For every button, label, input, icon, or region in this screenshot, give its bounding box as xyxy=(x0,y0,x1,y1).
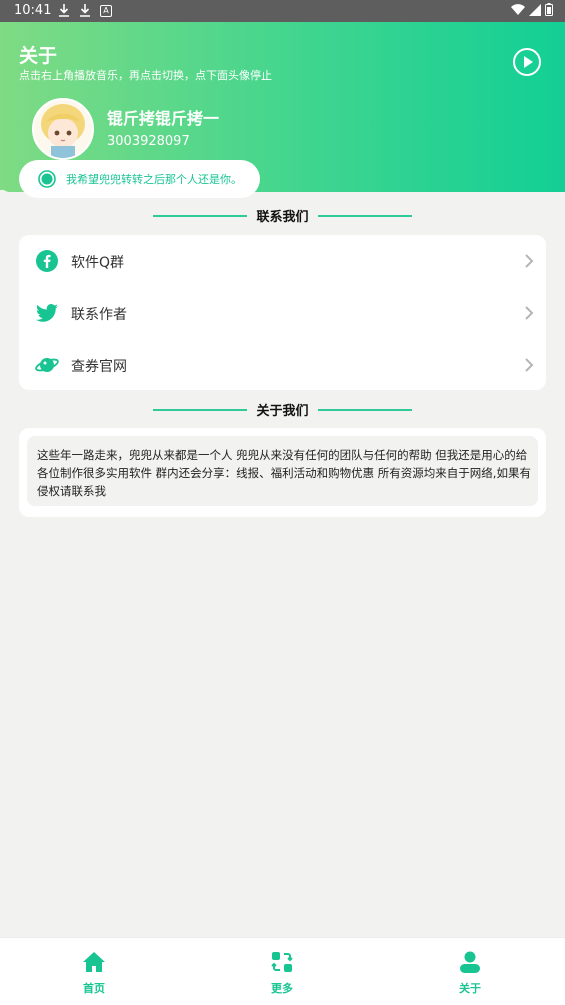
contact-item-coupon-site[interactable]: 查券官网 xyxy=(19,339,546,391)
download-icon xyxy=(80,4,90,17)
user-nickname: 锟斤拷锟斤拷一 xyxy=(107,109,220,128)
quote-text: 我希望兜兜转转之后那个人还是你。 xyxy=(66,173,242,186)
record-icon xyxy=(38,170,56,188)
planet-icon xyxy=(35,358,59,372)
wifi-icon xyxy=(510,4,525,16)
contact-item-label: 查券官网 xyxy=(71,359,127,375)
nav-label: 关于 xyxy=(459,982,481,995)
about-text: 这些年一路走来，兜兜从来都是一个人 兜兜从来没有任何的团队与任何的帮助 但我还是… xyxy=(37,448,531,498)
swap-icon xyxy=(271,952,293,972)
contact-section-label: 联系我们 xyxy=(256,210,309,225)
chevron-right-icon xyxy=(525,306,534,320)
nav-item-about[interactable]: 关于 xyxy=(430,938,510,1005)
battery-icon xyxy=(545,3,553,16)
about-section-label: 关于我们 xyxy=(256,404,309,419)
about-section-title: 关于我们 xyxy=(0,400,565,420)
signal-icon xyxy=(528,4,541,16)
avatar-image xyxy=(34,100,92,158)
chevron-right-icon xyxy=(525,358,534,372)
facebook-icon xyxy=(36,250,58,272)
user-icon xyxy=(460,951,480,973)
download-icon xyxy=(59,4,69,17)
about-card: 这些年一路走来，兜兜从来都是一个人 兜兜从来没有任何的团队与任何的帮助 但我还是… xyxy=(19,428,546,517)
user-qq-number: 3003928097 xyxy=(107,134,190,149)
nav-item-more[interactable]: 更多 xyxy=(242,938,322,1005)
contact-item-label: 软件Q群 xyxy=(71,255,125,271)
notification-a-icon: A xyxy=(100,5,112,17)
page-subtitle: 点击右上角播放音乐，再点击切换，点下面头像停止 xyxy=(19,69,272,82)
bottom-nav: 首页 更多 关于 xyxy=(0,937,565,1005)
play-music-button[interactable] xyxy=(512,47,542,77)
status-bar: 10:41 A xyxy=(0,0,565,22)
nav-label: 首页 xyxy=(83,982,105,995)
nav-label: 更多 xyxy=(271,982,293,995)
contact-card: 软件Q群 联系作者 查券官网 xyxy=(19,235,546,390)
contact-item-label: 联系作者 xyxy=(71,307,127,323)
home-icon xyxy=(83,952,105,972)
contact-item-qq-group[interactable]: 软件Q群 xyxy=(19,235,546,287)
contact-item-author[interactable]: 联系作者 xyxy=(19,287,546,339)
chevron-right-icon xyxy=(525,254,534,268)
twitter-icon xyxy=(36,304,58,322)
contact-section-title: 联系我们 xyxy=(0,206,565,226)
avatar[interactable] xyxy=(32,98,94,160)
quote-pill: 我希望兜兜转转之后那个人还是你。 xyxy=(19,160,260,198)
nav-item-home[interactable]: 首页 xyxy=(54,938,134,1005)
status-indicators xyxy=(510,3,553,20)
page-title: 关于 xyxy=(19,45,58,67)
status-time: 10:41 xyxy=(14,3,52,18)
about-text-box: 这些年一路走来，兜兜从来都是一个人 兜兜从来没有任何的团队与任何的帮助 但我还是… xyxy=(27,436,538,506)
